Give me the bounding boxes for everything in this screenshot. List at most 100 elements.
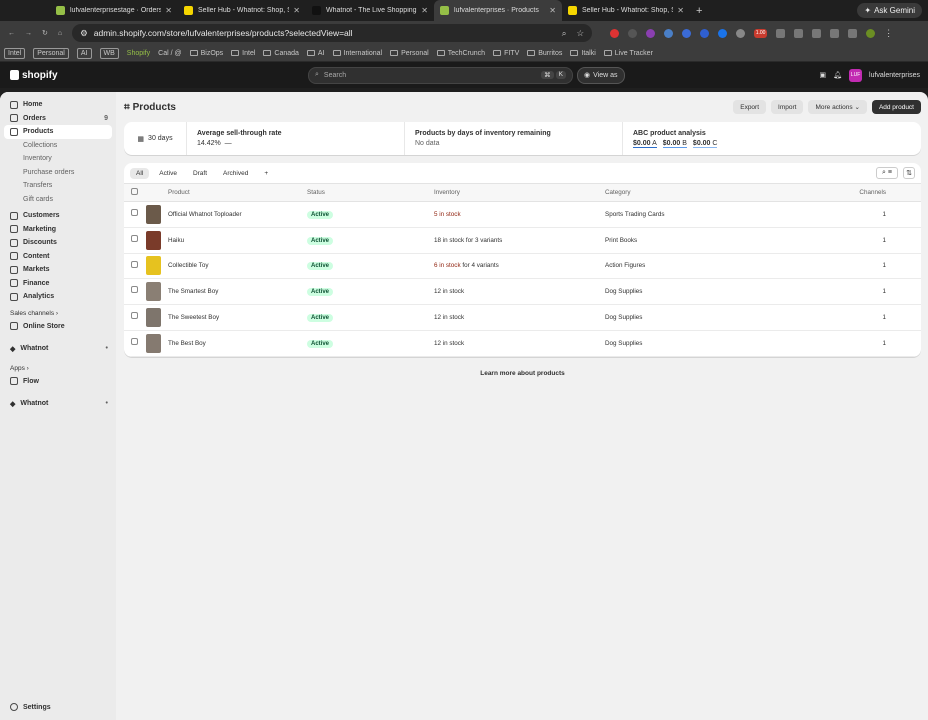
forward-icon[interactable]: →	[25, 30, 32, 37]
sidebar-item-home[interactable]: Home	[0, 98, 116, 112]
sidebar-item-customers[interactable]: Customers	[0, 209, 116, 223]
product-name[interactable]: Haiku	[168, 227, 307, 254]
pin-dot-icon[interactable]: •	[106, 345, 108, 352]
col-status[interactable]: Status	[307, 183, 434, 202]
browser-tab[interactable]: lufvalenterprisestage · Orders ✕	[50, 0, 178, 21]
extension-icon[interactable]	[682, 28, 692, 38]
bookmark-item[interactable]: International	[332, 50, 382, 57]
extension-icon[interactable]	[646, 28, 656, 38]
row-checkbox[interactable]	[131, 209, 138, 217]
sidebar-item-whatnot-app[interactable]: ◆ Whatnot •	[0, 397, 116, 411]
bookmark-item[interactable]: FITV	[493, 50, 519, 57]
bookmark-item[interactable]: Personal	[33, 47, 69, 59]
tab-draft[interactable]: Draft	[187, 168, 213, 179]
import-button[interactable]: Import	[771, 100, 804, 114]
extension-icon[interactable]	[812, 28, 822, 38]
close-icon[interactable]: ✕	[549, 6, 556, 15]
reload-icon[interactable]: ↻	[42, 29, 48, 37]
add-view-button[interactable]: +	[258, 168, 274, 179]
learn-more-link[interactable]: Learn more about products	[124, 370, 921, 377]
row-checkbox[interactable]	[131, 312, 138, 320]
bookmark-item[interactable]: WB	[99, 47, 119, 59]
sidebar-item-markets[interactable]: Markets	[0, 263, 116, 277]
abc-analysis-stat[interactable]: ABC product analysis $0.00 A $0.00 B $0.00…	[623, 122, 921, 155]
col-category[interactable]: Category	[605, 183, 860, 202]
tab-archived[interactable]: Archived	[217, 168, 254, 179]
sidebar-item-whatnot[interactable]: ◆ Whatnot •	[0, 342, 116, 356]
row-checkbox[interactable]	[131, 286, 138, 294]
apps-heading[interactable]: Apps ›	[0, 362, 116, 375]
home-icon[interactable]: ⌂	[58, 30, 62, 37]
extension-icon[interactable]	[794, 28, 804, 38]
table-row[interactable]: Official Whatnot Toploader Active 5 in s…	[124, 201, 921, 228]
bookmark-item[interactable]: Intel	[231, 50, 255, 57]
add-product-button[interactable]: Add product	[871, 100, 921, 114]
sidebar-item-inventory[interactable]: Inventory	[0, 152, 116, 166]
product-name[interactable]: Collectible Toy	[168, 253, 307, 280]
inventory-days-stat[interactable]: Products by days of inventory remaining …	[405, 122, 623, 155]
store-avatar[interactable]: LUF	[849, 68, 863, 82]
sidebar-item-analytics[interactable]: Analytics	[0, 290, 116, 304]
shopify-logo[interactable]: shopify	[10, 70, 58, 81]
close-icon[interactable]: ✕	[293, 6, 300, 15]
col-product[interactable]: Product	[168, 183, 307, 202]
close-icon[interactable]: ✕	[677, 6, 684, 15]
export-button[interactable]: Export	[733, 100, 767, 114]
tab-active[interactable]: Active	[153, 168, 183, 179]
table-row[interactable]: The Best Boy Active 12 in stock Dog Supp…	[124, 330, 921, 357]
extension-badge[interactable]: 1.00	[754, 28, 768, 38]
store-name[interactable]: lufvalenterprises	[869, 72, 920, 79]
table-row[interactable]: The Sweetest Boy Active 12 in stock Dog …	[124, 304, 921, 331]
profile-avatar-icon[interactable]	[866, 28, 876, 38]
view-as-button[interactable]: ◉ View as	[577, 66, 625, 84]
abc-grade-value[interactable]: $0.00 B	[662, 140, 687, 148]
sidebar-item-online-store[interactable]: Online Store	[0, 320, 116, 334]
bookmark-item[interactable]: Canada	[263, 50, 299, 57]
sell-through-stat[interactable]: Average sell-through rate 14.42% —	[187, 122, 405, 155]
sidebar-item-transfers[interactable]: Transfers	[0, 179, 116, 193]
table-row[interactable]: Collectible Toy Active 6 in stock for 4 …	[124, 253, 921, 280]
extension-icon[interactable]	[628, 28, 638, 38]
sidebar-item-products[interactable]: Products	[4, 125, 112, 139]
notification-bell-icon[interactable]: 🔔︎	[833, 71, 842, 79]
bookmark-item[interactable]: TechCrunch	[436, 50, 485, 57]
close-icon[interactable]: ✕	[421, 6, 428, 15]
extension-icon[interactable]	[736, 28, 746, 38]
menu-dots-icon[interactable]: ⋮	[884, 28, 893, 38]
product-name[interactable]: The Smartest Boy	[168, 278, 307, 306]
sidebar-item-content[interactable]: Content	[0, 250, 116, 264]
back-icon[interactable]: ←	[8, 30, 15, 37]
abc-grade-value[interactable]: $0.00 A	[633, 140, 657, 148]
bookmark-item[interactable]: Personal	[390, 50, 429, 57]
close-icon[interactable]: ✕	[165, 6, 172, 15]
address-bar[interactable]: ⚙ admin.shopify.com/store/lufvalenterpri…	[72, 24, 593, 42]
browser-tab[interactable]: Seller Hub - Whatnot: Shop, S ✕	[178, 0, 306, 21]
col-channels[interactable]: Channels	[859, 183, 921, 202]
sidebar-item-gift-cards[interactable]: Gift cards	[0, 193, 116, 207]
new-tab-button[interactable]: +	[696, 5, 702, 17]
sidebar-item-marketing[interactable]: Marketing	[0, 223, 116, 237]
bookmark-item[interactable]: Burritos	[527, 50, 562, 57]
row-checkbox[interactable]	[131, 338, 138, 346]
product-name[interactable]: The Best Boy	[168, 330, 307, 357]
tab-all[interactable]: All	[130, 167, 150, 179]
more-actions-button[interactable]: More actions ⌄	[808, 100, 867, 114]
bookmark-item[interactable]: AI	[76, 47, 92, 59]
search-filter-button[interactable]: ⌕ ≡	[876, 167, 898, 179]
select-all-checkbox[interactable]	[131, 188, 138, 195]
site-info-icon[interactable]: ⚙	[80, 28, 88, 39]
bookmark-item[interactable]: BizOps	[189, 50, 223, 57]
bookmark-item[interactable]: Intel	[4, 47, 26, 59]
sidebar-item-purchase-orders[interactable]: Purchase orders	[0, 166, 116, 180]
store-icon[interactable]: ▣	[820, 71, 827, 79]
sidebar-item-flow[interactable]: Flow	[0, 375, 116, 389]
extension-icon[interactable]	[664, 28, 674, 38]
row-checkbox[interactable]	[131, 234, 138, 242]
extension-icon[interactable]	[610, 28, 620, 38]
table-row[interactable]: Haiku Active 18 in stock for 3 variants …	[124, 227, 921, 254]
sidebar-item-finance[interactable]: Finance	[0, 277, 116, 291]
sidebar-item-settings[interactable]: Settings	[0, 701, 116, 715]
sidebar-item-discounts[interactable]: Discounts	[0, 236, 116, 250]
sidebar-item-collections[interactable]: Collections	[0, 139, 116, 153]
bookmark-item[interactable]: Live Tracker	[603, 50, 653, 57]
